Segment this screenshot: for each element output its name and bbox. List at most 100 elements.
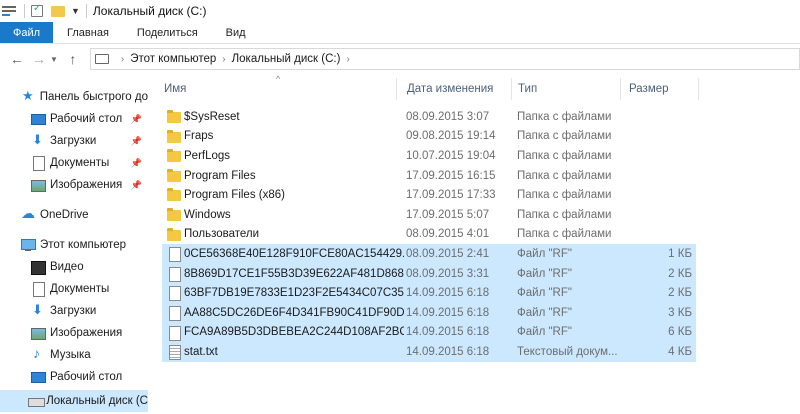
sidebar-item-documents-pinned[interactable]: Документы 📌 xyxy=(0,152,148,174)
pin-icon[interactable]: 📌 xyxy=(131,136,142,147)
file-type: Папка с файлами xyxy=(517,169,612,182)
file-type: Папка с файлами xyxy=(517,130,612,143)
pin-icon[interactable]: 📌 xyxy=(131,114,142,125)
window-title: Локальный диск (C:) xyxy=(92,4,207,18)
sidebar-item-images[interactable]: Изображения xyxy=(0,322,148,344)
back-arrow-icon[interactable]: ← xyxy=(6,51,28,67)
column-divider[interactable] xyxy=(620,78,621,100)
sidebar-item-desktop-pinned[interactable]: Рабочий стол 📌 xyxy=(0,108,148,130)
forward-arrow-icon[interactable]: → xyxy=(28,51,50,67)
sidebar-item-label: Музыка xyxy=(50,349,91,361)
file-row[interactable]: AA88C5DC26DE6F4D341FB90C41DF90DF.rf 14.09… xyxy=(162,303,696,323)
chevron-right-icon[interactable]: › xyxy=(222,54,225,65)
column-header-type[interactable]: Тип xyxy=(518,74,537,104)
pin-icon[interactable]: 📌 xyxy=(131,180,142,191)
folder-icon xyxy=(167,208,181,221)
file-row[interactable]: 0CE56368E40E128F910FCE80AC154429.rf 08.09… xyxy=(162,244,696,264)
file-type: Файл "RF" xyxy=(517,287,572,300)
sidebar-item-label: Изображения xyxy=(50,179,123,191)
address-bar[interactable]: › Этот компьютер › Локальный диск (C:) › xyxy=(89,48,800,70)
folder-icon xyxy=(167,188,181,202)
system-menu-icon[interactable] xyxy=(2,6,16,16)
file-date: 17.09.2015 17:33 xyxy=(406,189,496,202)
folder-row[interactable]: PerfLogs 10.07.2015 19:04 Папка с файлами xyxy=(162,146,696,166)
file-icon xyxy=(167,266,181,282)
sidebar-item-music[interactable]: Музыка xyxy=(0,344,148,366)
file-date: 08.09.2015 4:01 xyxy=(406,228,490,241)
file-name: Windows xyxy=(184,208,231,221)
sidebar-item-quick-access[interactable]: Панель быстрого до xyxy=(0,86,148,108)
file-icon xyxy=(167,247,181,263)
recent-locations-chevron-icon[interactable]: ▼ xyxy=(50,55,58,64)
chevron-right-icon[interactable]: › xyxy=(346,54,349,65)
tab-view[interactable]: Вид xyxy=(212,22,260,43)
file-date: 08.09.2015 2:41 xyxy=(406,247,490,260)
file-name: 63BF7DB19E7833E1D23F2E5434C07C35.rf xyxy=(184,287,404,300)
column-divider[interactable] xyxy=(396,78,397,100)
sidebar-item-desktop[interactable]: Рабочий стол xyxy=(0,366,148,388)
file-type: Папка с файлами xyxy=(517,110,612,123)
file-row[interactable]: stat.txt 14.09.2015 6:18 Текстовый докум..… xyxy=(162,342,696,362)
sidebar-item-images-pinned[interactable]: Изображения 📌 xyxy=(0,174,148,196)
new-folder-icon[interactable] xyxy=(51,5,65,17)
sidebar-item-local-disk[interactable]: Локальный диск (С xyxy=(0,390,148,412)
file-row[interactable]: 63BF7DB19E7833E1D23F2E5434C07C35.rf 14.09… xyxy=(162,283,696,303)
column-header-name[interactable]: Имя xyxy=(164,74,186,104)
cloud-icon xyxy=(20,205,36,222)
tab-share[interactable]: Поделиться xyxy=(123,22,212,43)
file-size: 3 КБ xyxy=(668,306,692,319)
sort-ascending-icon: ^ xyxy=(276,74,281,84)
sidebar-item-label: Загрузки xyxy=(50,135,97,147)
file-name: AA88C5DC26DE6F4D341FB90C41DF90DF.rf xyxy=(184,306,404,319)
column-header-date[interactable]: Дата изменения xyxy=(407,74,493,104)
file-type: Файл "RF" xyxy=(517,306,572,319)
properties-icon[interactable] xyxy=(31,3,43,17)
breadcrumb-this-pc[interactable]: Этот компьютер xyxy=(130,53,216,65)
up-arrow-icon[interactable]: ↑ xyxy=(62,51,84,67)
toolbar-divider xyxy=(24,4,25,18)
file-size: 6 КБ xyxy=(668,326,692,339)
download-icon xyxy=(30,132,46,148)
desktop-icon xyxy=(30,112,46,126)
sidebar-item-documents[interactable]: Документы xyxy=(0,278,148,300)
sidebar-item-onedrive[interactable]: OneDrive xyxy=(0,204,148,226)
sidebar-item-videos[interactable]: Видео xyxy=(0,256,148,278)
column-divider[interactable] xyxy=(511,78,512,100)
file-size: 2 КБ xyxy=(668,287,692,300)
sidebar-item-label: Этот компьютер xyxy=(40,239,126,251)
folder-icon xyxy=(167,110,181,123)
file-name: PerfLogs xyxy=(184,149,231,162)
quick-access-dropdown-icon[interactable]: ▼ xyxy=(71,6,80,16)
desktop-icon xyxy=(30,370,46,384)
star-icon xyxy=(21,88,36,104)
file-name: Program Files (x86) xyxy=(184,189,285,202)
folder-row[interactable]: Fraps 09.08.2015 19:14 Папка с файлами xyxy=(162,127,696,147)
file-date: 17.09.2015 5:07 xyxy=(406,208,490,221)
file-row[interactable]: FCA9A89B5D3DBEBEA2C244D108AF2BC5... 14.09… xyxy=(162,322,696,343)
file-name: Program Files xyxy=(184,169,256,182)
file-type: Папка с файлами xyxy=(517,228,612,241)
folder-row[interactable]: $SysReset 08.09.2015 3:07 Папка с файлами xyxy=(162,107,696,127)
file-row[interactable]: 8B869D17CE1F55B3D39E622AF481D868.rf 08.09… xyxy=(162,263,696,284)
sidebar-item-label: Загрузки xyxy=(50,305,97,317)
pin-icon[interactable]: 📌 xyxy=(131,158,142,169)
download-icon xyxy=(30,302,46,318)
folder-row[interactable]: Windows 17.09.2015 5:07 Папка с файлами xyxy=(162,205,696,225)
tab-file[interactable]: Файл xyxy=(0,22,54,43)
breadcrumb-local-disk[interactable]: Локальный диск (C:) xyxy=(232,53,341,65)
folder-row[interactable]: Пользователи 08.09.2015 4:01 Папка с файла… xyxy=(162,225,696,245)
sidebar-item-downloads-pinned[interactable]: Загрузки 📌 xyxy=(0,130,148,152)
column-header-size[interactable]: Размер xyxy=(629,74,669,104)
sidebar-item-downloads[interactable]: Загрузки xyxy=(0,300,148,322)
sidebar-item-this-pc[interactable]: Этот компьютер xyxy=(0,234,148,256)
file-name: Fraps xyxy=(184,130,214,143)
file-type: Папка с файлами xyxy=(517,149,612,162)
folder-row[interactable]: Program Files (x86) 17.09.2015 17:33 Папка… xyxy=(162,185,696,205)
tab-home[interactable]: Главная xyxy=(53,22,123,43)
sidebar-item-label: Документы xyxy=(50,157,110,169)
chevron-right-icon[interactable]: › xyxy=(121,54,124,65)
file-type: Файл "RF" xyxy=(517,247,572,260)
folder-row[interactable]: Program Files 17.09.2015 16:15 Папка с фай… xyxy=(162,166,696,186)
column-divider[interactable] xyxy=(698,78,699,100)
file-date: 14.09.2015 6:18 xyxy=(406,306,490,319)
